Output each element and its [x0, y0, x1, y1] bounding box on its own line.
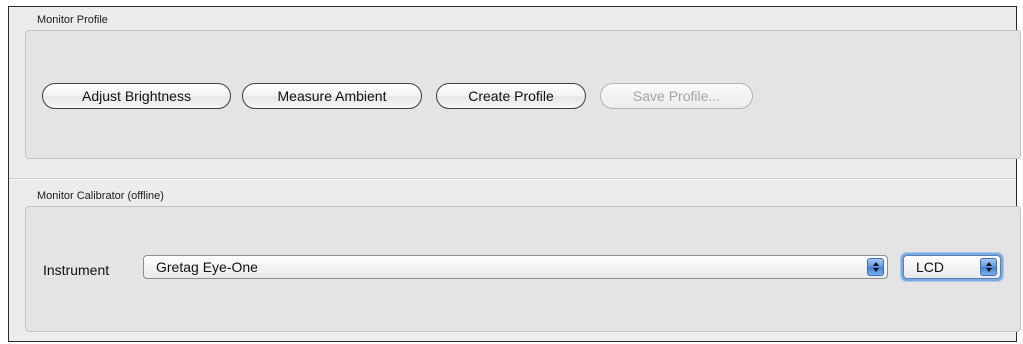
section-divider — [9, 178, 1016, 180]
measure-ambient-button[interactable]: Measure Ambient — [242, 83, 422, 109]
monitor-calibrator-title: Monitor Calibrator (offline) — [37, 190, 164, 202]
calibration-window: Monitor Profile Adjust Brightness Measur… — [8, 6, 1021, 342]
up-down-chevron-icon — [980, 258, 997, 276]
save-profile-button[interactable]: Save Profile... — [600, 83, 753, 109]
instrument-label: Instrument — [43, 262, 110, 278]
display-type-select[interactable]: LCD — [903, 255, 1001, 279]
display-type-select-value: LCD — [916, 259, 945, 275]
adjust-brightness-button[interactable]: Adjust Brightness — [42, 83, 231, 109]
instrument-select[interactable]: Gretag Eye-One — [143, 255, 888, 279]
monitor-profile-title: Monitor Profile — [37, 14, 108, 26]
create-profile-button[interactable]: Create Profile — [436, 83, 586, 109]
instrument-select-value: Gretag Eye-One — [156, 259, 258, 275]
up-down-chevron-icon — [867, 258, 884, 276]
